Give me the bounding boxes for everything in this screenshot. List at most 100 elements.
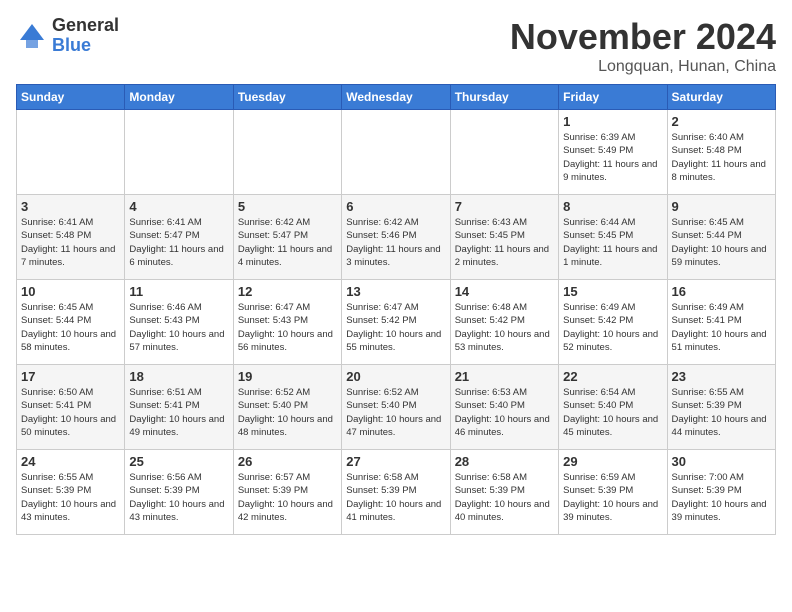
day-cell: 16 Sunrise: 6:49 AM Sunset: 5:41 PM Dayli…	[667, 280, 775, 365]
day-number: 24	[21, 454, 120, 469]
calendar-body: 1 Sunrise: 6:39 AM Sunset: 5:49 PM Daylig…	[17, 110, 776, 535]
title-block: November 2024 Longquan, Hunan, China	[510, 16, 776, 76]
header-thursday: Thursday	[450, 85, 558, 110]
day-info: Sunrise: 6:45 AM Sunset: 5:44 PM Dayligh…	[21, 301, 120, 354]
day-number: 23	[672, 369, 771, 384]
page-header: General Blue November 2024 Longquan, Hun…	[16, 16, 776, 76]
day-number: 14	[455, 284, 554, 299]
day-info: Sunrise: 6:50 AM Sunset: 5:41 PM Dayligh…	[21, 386, 120, 439]
day-cell: 22 Sunrise: 6:54 AM Sunset: 5:40 PM Dayli…	[559, 365, 667, 450]
day-cell: 14 Sunrise: 6:48 AM Sunset: 5:42 PM Dayli…	[450, 280, 558, 365]
day-cell: 3Sunrise: 6:41 AM Sunset: 5:48 PM Daylig…	[17, 195, 125, 280]
day-number: 19	[238, 369, 337, 384]
logo-blue: Blue	[52, 36, 119, 56]
day-info: Sunrise: 6:46 AM Sunset: 5:43 PM Dayligh…	[129, 301, 228, 354]
day-info: Sunrise: 6:43 AM Sunset: 5:45 PM Dayligh…	[455, 216, 554, 269]
day-cell: 24 Sunrise: 6:55 AM Sunset: 5:39 PM Dayli…	[17, 450, 125, 535]
day-cell: 28 Sunrise: 6:58 AM Sunset: 5:39 PM Dayli…	[450, 450, 558, 535]
header-sunday: Sunday	[17, 85, 125, 110]
day-number: 30	[672, 454, 771, 469]
day-cell: 27Sunrise: 6:58 AM Sunset: 5:39 PM Dayli…	[342, 450, 450, 535]
day-cell: 4 Sunrise: 6:41 AM Sunset: 5:47 PM Daylig…	[125, 195, 233, 280]
header-friday: Friday	[559, 85, 667, 110]
day-info: Sunrise: 6:56 AM Sunset: 5:39 PM Dayligh…	[129, 471, 228, 524]
week-row-2: 3Sunrise: 6:41 AM Sunset: 5:48 PM Daylig…	[17, 195, 776, 280]
day-info: Sunrise: 6:42 AM Sunset: 5:47 PM Dayligh…	[238, 216, 337, 269]
day-info: Sunrise: 6:45 AM Sunset: 5:44 PM Dayligh…	[672, 216, 771, 269]
day-number: 8	[563, 199, 662, 214]
day-cell: 9 Sunrise: 6:45 AM Sunset: 5:44 PM Daylig…	[667, 195, 775, 280]
day-cell: 18Sunrise: 6:51 AM Sunset: 5:41 PM Dayli…	[125, 365, 233, 450]
day-number: 16	[672, 284, 771, 299]
header-tuesday: Tuesday	[233, 85, 341, 110]
day-info: Sunrise: 6:52 AM Sunset: 5:40 PM Dayligh…	[238, 386, 337, 439]
day-cell: 7 Sunrise: 6:43 AM Sunset: 5:45 PM Daylig…	[450, 195, 558, 280]
day-info: Sunrise: 6:58 AM Sunset: 5:39 PM Dayligh…	[346, 471, 445, 524]
day-info: Sunrise: 6:40 AM Sunset: 5:48 PM Dayligh…	[672, 131, 771, 184]
day-info: Sunrise: 6:54 AM Sunset: 5:40 PM Dayligh…	[563, 386, 662, 439]
day-number: 1	[563, 114, 662, 129]
week-row-1: 1 Sunrise: 6:39 AM Sunset: 5:49 PM Daylig…	[17, 110, 776, 195]
day-cell: 5Sunrise: 6:42 AM Sunset: 5:47 PM Daylig…	[233, 195, 341, 280]
day-number: 11	[129, 284, 228, 299]
day-cell	[233, 110, 341, 195]
day-cell: 11 Sunrise: 6:46 AM Sunset: 5:43 PM Dayli…	[125, 280, 233, 365]
day-number: 22	[563, 369, 662, 384]
day-cell: 29 Sunrise: 6:59 AM Sunset: 5:39 PM Dayli…	[559, 450, 667, 535]
header-row: Sunday Monday Tuesday Wednesday Thursday…	[17, 85, 776, 110]
calendar-table: Sunday Monday Tuesday Wednesday Thursday…	[16, 84, 776, 535]
day-number: 9	[672, 199, 771, 214]
day-cell: 19 Sunrise: 6:52 AM Sunset: 5:40 PM Dayli…	[233, 365, 341, 450]
day-cell: 17 Sunrise: 6:50 AM Sunset: 5:41 PM Dayli…	[17, 365, 125, 450]
logo-general: General	[52, 16, 119, 36]
day-cell	[17, 110, 125, 195]
day-number: 20	[346, 369, 445, 384]
week-row-5: 24 Sunrise: 6:55 AM Sunset: 5:39 PM Dayli…	[17, 450, 776, 535]
logo: General Blue	[16, 16, 119, 56]
day-info: Sunrise: 6:53 AM Sunset: 5:40 PM Dayligh…	[455, 386, 554, 439]
day-cell: 20Sunrise: 6:52 AM Sunset: 5:40 PM Dayli…	[342, 365, 450, 450]
day-info: Sunrise: 6:49 AM Sunset: 5:42 PM Dayligh…	[563, 301, 662, 354]
day-info: Sunrise: 6:58 AM Sunset: 5:39 PM Dayligh…	[455, 471, 554, 524]
day-info: Sunrise: 7:00 AM Sunset: 5:39 PM Dayligh…	[672, 471, 771, 524]
day-number: 4	[129, 199, 228, 214]
day-info: Sunrise: 6:39 AM Sunset: 5:49 PM Dayligh…	[563, 131, 662, 184]
day-info: Sunrise: 6:47 AM Sunset: 5:42 PM Dayligh…	[346, 301, 445, 354]
day-cell	[450, 110, 558, 195]
day-cell: 23 Sunrise: 6:55 AM Sunset: 5:39 PM Dayli…	[667, 365, 775, 450]
day-info: Sunrise: 6:44 AM Sunset: 5:45 PM Dayligh…	[563, 216, 662, 269]
location: Longquan, Hunan, China	[510, 58, 776, 76]
header-wednesday: Wednesday	[342, 85, 450, 110]
day-info: Sunrise: 6:59 AM Sunset: 5:39 PM Dayligh…	[563, 471, 662, 524]
day-number: 17	[21, 369, 120, 384]
day-number: 2	[672, 114, 771, 129]
day-cell: 15 Sunrise: 6:49 AM Sunset: 5:42 PM Dayli…	[559, 280, 667, 365]
day-info: Sunrise: 6:47 AM Sunset: 5:43 PM Dayligh…	[238, 301, 337, 354]
day-info: Sunrise: 6:49 AM Sunset: 5:41 PM Dayligh…	[672, 301, 771, 354]
day-number: 12	[238, 284, 337, 299]
day-cell: 25 Sunrise: 6:56 AM Sunset: 5:39 PM Dayli…	[125, 450, 233, 535]
day-info: Sunrise: 6:55 AM Sunset: 5:39 PM Dayligh…	[21, 471, 120, 524]
day-cell: 2 Sunrise: 6:40 AM Sunset: 5:48 PM Daylig…	[667, 110, 775, 195]
day-cell: 21 Sunrise: 6:53 AM Sunset: 5:40 PM Dayli…	[450, 365, 558, 450]
day-number: 15	[563, 284, 662, 299]
day-number: 21	[455, 369, 554, 384]
day-number: 18	[129, 369, 228, 384]
day-number: 25	[129, 454, 228, 469]
day-number: 6	[346, 199, 445, 214]
week-row-4: 17 Sunrise: 6:50 AM Sunset: 5:41 PM Dayli…	[17, 365, 776, 450]
day-cell: 10 Sunrise: 6:45 AM Sunset: 5:44 PM Dayli…	[17, 280, 125, 365]
month-title: November 2024	[510, 16, 776, 58]
day-number: 7	[455, 199, 554, 214]
day-info: Sunrise: 6:48 AM Sunset: 5:42 PM Dayligh…	[455, 301, 554, 354]
calendar-header: Sunday Monday Tuesday Wednesday Thursday…	[17, 85, 776, 110]
day-number: 28	[455, 454, 554, 469]
day-number: 29	[563, 454, 662, 469]
header-saturday: Saturday	[667, 85, 775, 110]
day-cell	[125, 110, 233, 195]
day-cell	[342, 110, 450, 195]
logo-icon	[16, 20, 48, 52]
day-info: Sunrise: 6:55 AM Sunset: 5:39 PM Dayligh…	[672, 386, 771, 439]
day-info: Sunrise: 6:41 AM Sunset: 5:47 PM Dayligh…	[129, 216, 228, 269]
day-number: 10	[21, 284, 120, 299]
